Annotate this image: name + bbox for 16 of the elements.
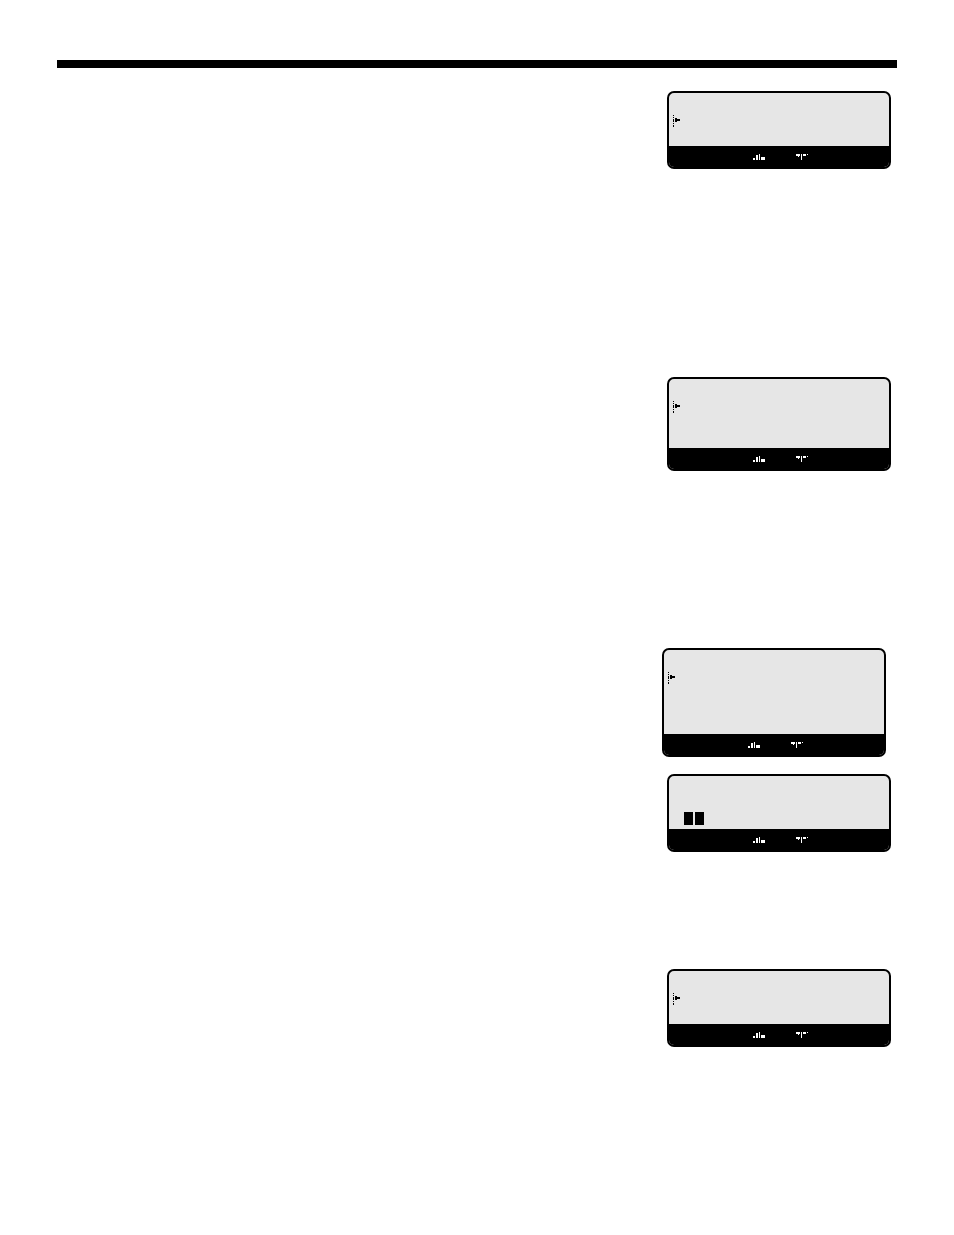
rising-bars-icon xyxy=(753,1031,765,1038)
cursor-block-icon xyxy=(684,812,693,825)
pointer-icon xyxy=(673,401,680,413)
hanging-bars-icon xyxy=(791,741,803,748)
hanging-bars-icon xyxy=(796,1031,808,1038)
rising-bars-icon xyxy=(753,153,765,160)
pointer-icon xyxy=(673,993,680,1005)
hanging-bars-icon xyxy=(796,153,808,160)
rising-bars-icon xyxy=(753,836,765,843)
rising-bars-icon xyxy=(748,741,760,748)
rising-bars-icon xyxy=(753,455,765,462)
hanging-bars-icon xyxy=(796,455,808,462)
hanging-bars-icon xyxy=(796,836,808,843)
pointer-icon xyxy=(673,115,680,127)
pointer-icon xyxy=(668,672,675,684)
cursor-block-icon xyxy=(695,812,704,825)
